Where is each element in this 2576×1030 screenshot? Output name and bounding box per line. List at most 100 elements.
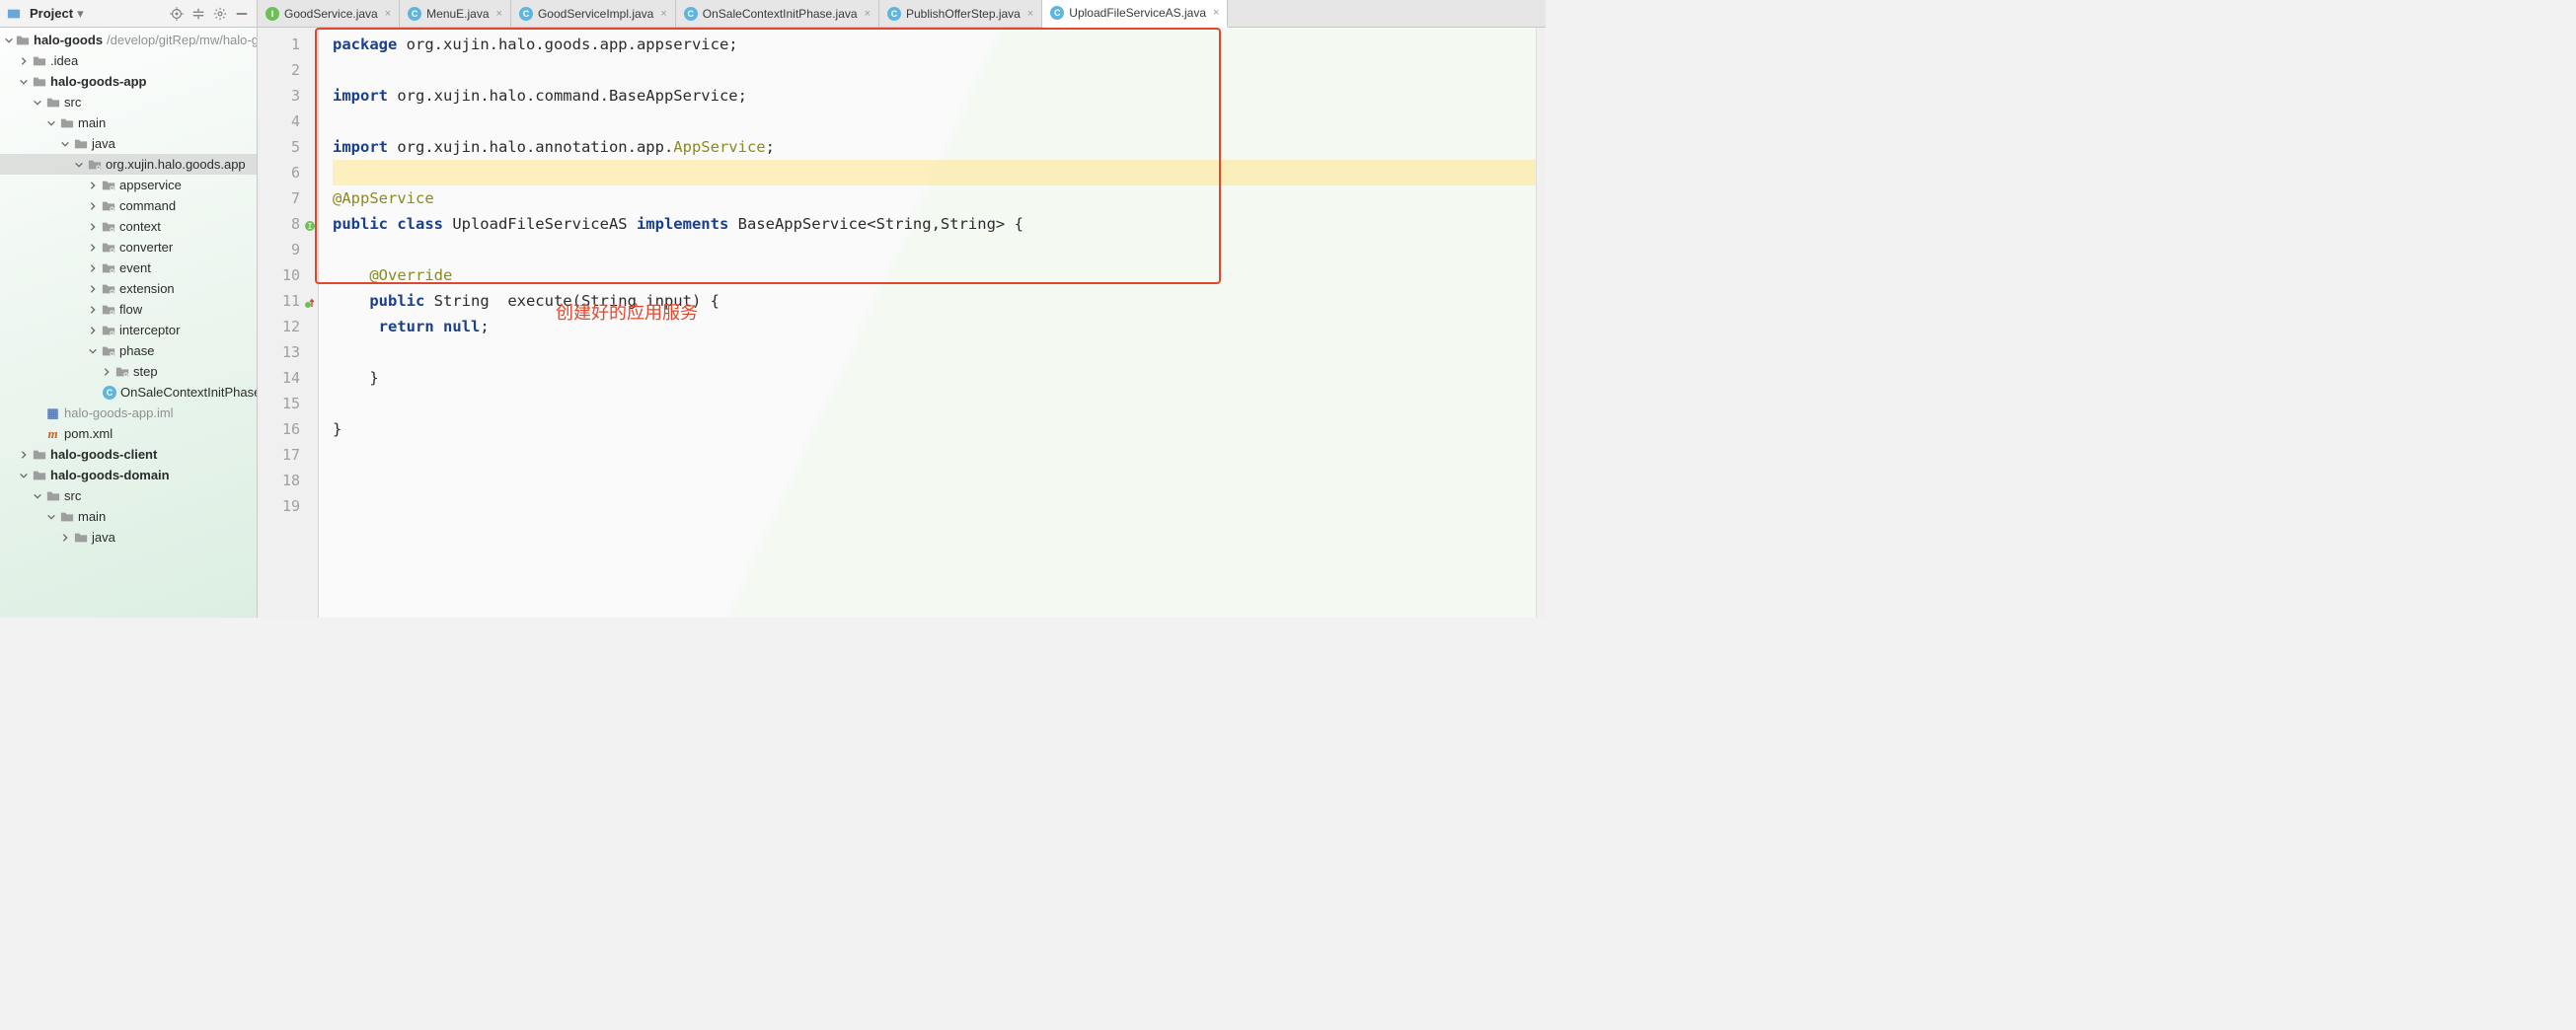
tree-row-root[interactable]: halo-goods/develop/gitRep/mw/halo-goods xyxy=(0,30,257,50)
tree-twisty-icon[interactable] xyxy=(4,35,14,46)
code-area[interactable]: 创建好的应用服务 package org.xujin.halo.goods.ap… xyxy=(319,28,1546,618)
code-line[interactable]: } xyxy=(333,365,1546,391)
line-number[interactable]: 7 xyxy=(258,185,318,211)
code-line[interactable] xyxy=(333,442,1546,468)
code-line[interactable] xyxy=(333,391,1546,416)
line-number[interactable]: 11 xyxy=(258,288,318,314)
line-number[interactable]: 16 xyxy=(258,416,318,442)
line-number[interactable]: 10 xyxy=(258,262,318,288)
tree-row[interactable]: step xyxy=(0,361,257,382)
line-number[interactable]: 18 xyxy=(258,468,318,493)
close-icon[interactable]: × xyxy=(494,8,502,20)
tree-twisty-icon[interactable] xyxy=(87,325,99,336)
tree-row[interactable]: java xyxy=(0,527,257,548)
tree-twisty-icon[interactable] xyxy=(59,138,71,150)
line-number[interactable]: 5 xyxy=(258,134,318,160)
close-icon[interactable]: × xyxy=(1211,7,1219,19)
code-line[interactable] xyxy=(333,493,1546,519)
line-number[interactable]: 15 xyxy=(258,391,318,416)
line-number[interactable]: 6 xyxy=(258,160,318,185)
editor-tab[interactable]: IGoodService.java× xyxy=(258,0,400,27)
tree-row[interactable]: ▦halo-goods-app.iml xyxy=(0,403,257,423)
tree-twisty-icon[interactable] xyxy=(87,304,99,316)
code-line[interactable]: package org.xujin.halo.goods.app.appserv… xyxy=(333,32,1546,57)
close-icon[interactable]: × xyxy=(863,8,871,20)
tree-twisty-icon[interactable] xyxy=(73,159,85,171)
tree-twisty-icon[interactable] xyxy=(18,470,30,481)
project-title[interactable]: Project xyxy=(26,6,73,21)
line-number[interactable]: 2 xyxy=(258,57,318,83)
code-line[interactable] xyxy=(333,468,1546,493)
line-number[interactable]: 1 xyxy=(258,32,318,57)
tree-twisty-icon[interactable] xyxy=(87,345,99,357)
line-number[interactable]: 4 xyxy=(258,109,318,134)
tree-row[interactable]: src xyxy=(0,92,257,112)
tree-twisty-icon[interactable] xyxy=(87,242,99,254)
implements-gutter-icon[interactable]: I xyxy=(304,218,316,230)
editor-tab[interactable]: CGoodServiceImpl.java× xyxy=(511,0,676,27)
tree-row[interactable]: halo-goods-app xyxy=(0,71,257,92)
code-line[interactable]: import org.xujin.halo.annotation.app.App… xyxy=(333,134,1546,160)
tree-twisty-icon[interactable] xyxy=(18,55,30,67)
tree-twisty-icon[interactable] xyxy=(87,221,99,233)
line-number[interactable]: 13 xyxy=(258,339,318,365)
editor-tab[interactable]: CPublishOfferStep.java× xyxy=(879,0,1042,27)
line-number[interactable]: 19 xyxy=(258,493,318,519)
tree-row[interactable]: src xyxy=(0,485,257,506)
close-icon[interactable]: × xyxy=(658,8,666,20)
code-line[interactable] xyxy=(333,237,1546,262)
editor-gutter[interactable]: 12345678I910111213141516171819 xyxy=(258,28,319,618)
tree-twisty-icon[interactable] xyxy=(87,262,99,274)
line-number[interactable]: 9 xyxy=(258,237,318,262)
tree-twisty-icon[interactable] xyxy=(59,532,71,544)
close-icon[interactable]: × xyxy=(1025,8,1033,20)
tree-row[interactable]: halo-goods-domain xyxy=(0,465,257,485)
tree-twisty-icon[interactable] xyxy=(18,76,30,88)
editor-scrollbar[interactable] xyxy=(1536,28,1546,618)
tree-twisty-icon[interactable] xyxy=(101,366,113,378)
tree-twisty-icon[interactable] xyxy=(87,200,99,212)
code-line[interactable]: @Override xyxy=(333,262,1546,288)
editor-tab[interactable]: COnSaleContextInitPhase.java× xyxy=(676,0,879,27)
code-line[interactable]: public class UploadFileServiceAS impleme… xyxy=(333,211,1546,237)
tree-row[interactable]: interceptor xyxy=(0,320,257,340)
close-icon[interactable]: × xyxy=(383,8,391,20)
tree-row[interactable]: appservice xyxy=(0,175,257,195)
code-line[interactable]: public String execute(String input) { xyxy=(333,288,1546,314)
line-number[interactable]: 14 xyxy=(258,365,318,391)
tree-row[interactable]: flow xyxy=(0,299,257,320)
tree-row[interactable]: java xyxy=(0,133,257,154)
tree-twisty-icon[interactable] xyxy=(18,449,30,461)
code-line[interactable]: @AppService xyxy=(333,185,1546,211)
tree-row[interactable]: converter xyxy=(0,237,257,258)
tree-row[interactable]: context xyxy=(0,216,257,237)
tree-twisty-icon[interactable] xyxy=(87,283,99,295)
code-line[interactable]: return null; xyxy=(333,314,1546,339)
tree-twisty-icon[interactable] xyxy=(87,180,99,191)
code-line[interactable]: import org.xujin.halo.command.BaseAppSer… xyxy=(333,83,1546,109)
tree-twisty-icon[interactable] xyxy=(32,490,43,502)
line-number[interactable]: 12 xyxy=(258,314,318,339)
tree-row[interactable]: halo-goods-client xyxy=(0,444,257,465)
collapse-all-icon[interactable] xyxy=(189,5,207,23)
tree-row[interactable]: mpom.xml xyxy=(0,423,257,444)
editor-tab[interactable]: CMenuE.java× xyxy=(400,0,511,27)
code-line[interactable] xyxy=(333,160,1546,185)
code-line[interactable] xyxy=(333,339,1546,365)
tree-row[interactable]: main xyxy=(0,506,257,527)
tree-row[interactable]: COnSaleContextInitPhase xyxy=(0,382,257,403)
settings-icon[interactable] xyxy=(211,5,229,23)
tree-twisty-icon[interactable] xyxy=(45,117,57,129)
override-gutter-icon[interactable] xyxy=(304,295,316,307)
line-number[interactable]: 17 xyxy=(258,442,318,468)
tree-row[interactable]: event xyxy=(0,258,257,278)
tree-row[interactable]: extension xyxy=(0,278,257,299)
tree-row[interactable]: .idea xyxy=(0,50,257,71)
tree-twisty-icon[interactable] xyxy=(45,511,57,523)
tree-row[interactable]: org.xujin.halo.goods.app xyxy=(0,154,257,175)
line-number[interactable]: 8I xyxy=(258,211,318,237)
line-number[interactable]: 3 xyxy=(258,83,318,109)
editor-tab[interactable]: CUploadFileServiceAS.java× xyxy=(1042,0,1228,28)
code-line[interactable] xyxy=(333,109,1546,134)
hide-icon[interactable] xyxy=(233,5,251,23)
